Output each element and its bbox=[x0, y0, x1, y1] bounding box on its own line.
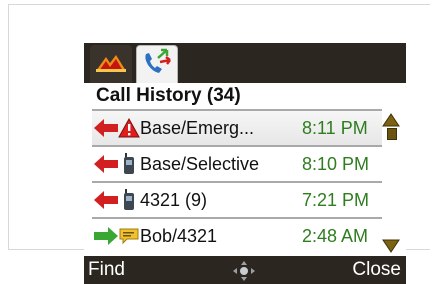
list-item[interactable]: Bob/4321 2:48 AM bbox=[92, 217, 382, 253]
navigation-pad-icon bbox=[232, 260, 256, 284]
tab-alerts[interactable] bbox=[90, 45, 132, 83]
emergency-warning-icon bbox=[118, 117, 140, 139]
call-name: Base/Emerg... bbox=[140, 117, 255, 138]
page-title: Call History (34) bbox=[96, 85, 241, 106]
softkey-bar: Find Close bbox=[84, 256, 406, 284]
tab-bar bbox=[84, 43, 406, 83]
radio-handset-icon bbox=[118, 153, 140, 175]
call-name: 4321 (9) bbox=[140, 189, 208, 210]
call-name: Base/Selective bbox=[140, 153, 260, 174]
incoming-arrow-icon bbox=[94, 118, 118, 138]
call-list[interactable]: Base/Emerg... 8:11 PM Base/Selective 8:1… bbox=[92, 109, 382, 253]
message-icon bbox=[118, 225, 140, 247]
call-time: 8:11 PM bbox=[302, 117, 368, 138]
call-time: 2:48 AM bbox=[302, 225, 369, 246]
close-softkey[interactable]: Close bbox=[352, 259, 401, 281]
call-time: 8:10 PM bbox=[302, 153, 370, 174]
alert-bars-icon bbox=[94, 49, 128, 80]
call-time: 7:21 PM bbox=[302, 189, 370, 210]
list-item[interactable]: 4321 (9) 7:21 PM bbox=[92, 181, 382, 217]
scrollbar-thumb[interactable] bbox=[387, 128, 397, 140]
call-name: Bob/4321 bbox=[140, 225, 218, 246]
list-item[interactable]: Base/Selective 8:10 PM bbox=[92, 145, 382, 181]
list-item[interactable]: Base/Emerg... 8:11 PM bbox=[92, 109, 382, 145]
tab-call-history[interactable] bbox=[136, 45, 178, 83]
radio-handset-icon bbox=[118, 189, 140, 211]
incoming-arrow-icon bbox=[94, 154, 118, 174]
device-screen: Call History (34) Base/Emerg... 8:11 PM … bbox=[84, 43, 406, 284]
find-softkey[interactable]: Find bbox=[88, 259, 125, 281]
phone-arrows-icon bbox=[140, 46, 174, 83]
outgoing-arrow-icon bbox=[94, 226, 118, 246]
incoming-arrow-icon bbox=[94, 190, 118, 210]
